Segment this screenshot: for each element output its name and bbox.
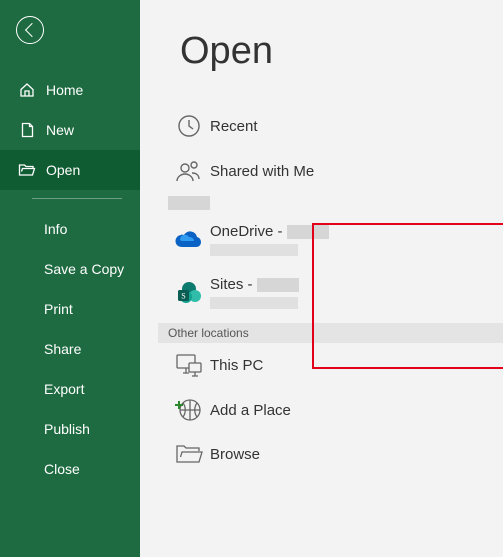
other-locations-header: Other locations (158, 323, 503, 343)
back-button[interactable] (16, 16, 44, 44)
location-recent-label: Recent (210, 118, 258, 135)
sub-close[interactable]: Close (0, 449, 140, 489)
location-addplace[interactable]: Add a Place (158, 387, 503, 433)
sub-nav-list: Info Save a Copy Print Share Export Publ… (0, 209, 140, 489)
nav-home-label: Home (46, 82, 83, 98)
browse-folder-icon (168, 443, 210, 465)
location-shared-label: Shared with Me (210, 163, 314, 180)
sub-info[interactable]: Info (0, 209, 140, 249)
sub-save-copy[interactable]: Save a Copy (0, 249, 140, 289)
recent-icon (168, 113, 210, 139)
location-sites[interactable]: S Sites - (158, 268, 503, 323)
location-recent[interactable]: Recent (158, 103, 503, 149)
onedrive-text: OneDrive - (210, 223, 287, 240)
nav-open[interactable]: Open (0, 150, 140, 190)
nav-new[interactable]: New (0, 110, 140, 150)
location-thispc[interactable]: This PC (158, 343, 503, 387)
sub-close-label: Close (44, 461, 80, 477)
sub-print[interactable]: Print (0, 289, 140, 329)
sub-publish-label: Publish (44, 421, 90, 437)
sub-publish[interactable]: Publish (0, 409, 140, 449)
nav-open-label: Open (46, 162, 80, 178)
location-onedrive-label: OneDrive - (210, 223, 329, 240)
sub-export-label: Export (44, 381, 84, 397)
nav-home[interactable]: Home (0, 70, 140, 110)
sub-info-label: Info (44, 221, 67, 237)
nav-list: Home New Open (0, 70, 140, 190)
shared-icon (168, 159, 210, 183)
open-folder-icon (18, 163, 36, 177)
redacted-section-header (168, 196, 210, 210)
redacted-text (257, 278, 299, 292)
location-browse[interactable]: Browse (158, 433, 503, 475)
redacted-text (287, 225, 329, 239)
nav-new-label: New (46, 122, 74, 138)
onedrive-icon (168, 231, 210, 249)
sites-text: Sites - (210, 276, 257, 293)
redacted-subtitle (210, 244, 298, 256)
sub-export[interactable]: Export (0, 369, 140, 409)
location-sites-label: Sites - (210, 276, 299, 293)
open-panel: Open Recent Shared with Me (140, 0, 503, 557)
svg-text:S: S (181, 291, 185, 300)
page-title: Open (180, 30, 503, 73)
sub-share[interactable]: Share (0, 329, 140, 369)
new-icon (18, 122, 36, 138)
sub-print-label: Print (44, 301, 73, 317)
sharepoint-icon: S (168, 281, 210, 305)
thispc-icon (168, 353, 210, 377)
location-thispc-label: This PC (210, 357, 263, 374)
home-icon (18, 82, 36, 98)
location-addplace-label: Add a Place (210, 402, 291, 419)
location-shared[interactable]: Shared with Me (158, 149, 503, 193)
nav-divider (32, 198, 122, 199)
location-browse-label: Browse (210, 446, 260, 463)
addplace-icon (168, 397, 210, 423)
sub-share-label: Share (44, 341, 81, 357)
back-arrow-icon (24, 23, 38, 37)
location-onedrive[interactable]: OneDrive - (158, 211, 503, 268)
backstage-sidebar: Home New Open Info Save a Copy Print Sha… (0, 0, 140, 557)
redacted-subtitle (210, 297, 298, 309)
location-list: Recent Shared with Me OneDrive - (140, 103, 503, 475)
sub-save-copy-label: Save a Copy (44, 261, 124, 277)
